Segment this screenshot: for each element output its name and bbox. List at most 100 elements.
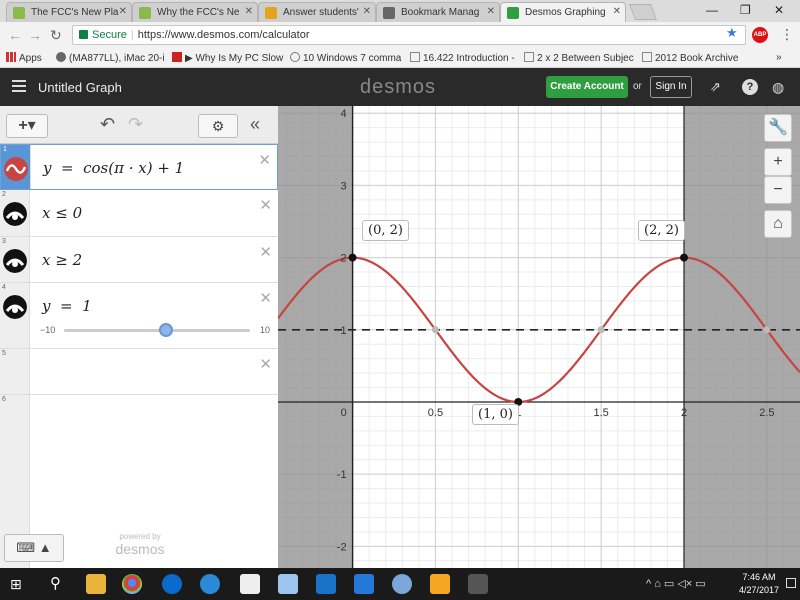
- keyboard-toggle-button[interactable]: ⌨ ▲: [4, 534, 64, 562]
- close-icon[interactable]: ✕: [245, 6, 253, 17]
- browser-tab[interactable]: Why the FCC's Ne ✕: [132, 2, 258, 22]
- collapse-panel-icon[interactable]: «: [250, 114, 260, 135]
- y-tick-label: -2: [337, 541, 347, 553]
- delete-expression-icon[interactable]: ✕: [259, 196, 272, 214]
- hidden-icon[interactable]: [3, 295, 27, 319]
- app-icon[interactable]: [278, 574, 298, 594]
- zoom-in-icon[interactable]: +: [764, 148, 792, 176]
- bookmark-star-icon[interactable]: ★: [726, 25, 738, 41]
- sign-in-button[interactable]: Sign In: [650, 76, 692, 98]
- bookmark-item[interactable]: 2012 Book Archive: [642, 52, 738, 64]
- point-label[interactable]: (1, 0): [472, 404, 519, 425]
- redo-icon[interactable]: ↷: [128, 114, 143, 135]
- malwarebytes-icon[interactable]: [354, 574, 374, 594]
- wave-icon[interactable]: [4, 157, 28, 181]
- system-tray[interactable]: ^ ⌂ ▭ ◁× ▭: [646, 577, 706, 590]
- file-explorer-icon[interactable]: [86, 574, 106, 594]
- lock-icon: [79, 30, 88, 39]
- magnifier-icon[interactable]: [392, 574, 412, 594]
- search-icon[interactable]: ⚲: [50, 574, 61, 592]
- expression-row[interactable]: 1 y = cos(π · x) + 1 ✕: [0, 144, 278, 190]
- tab-favicon-icon: [507, 7, 519, 19]
- link-icon: [290, 52, 300, 62]
- undo-icon[interactable]: ↶: [100, 114, 115, 135]
- back-icon[interactable]: ←: [8, 27, 22, 43]
- graph-settings-wrench-icon[interactable]: 🔧: [764, 114, 792, 142]
- app-icon[interactable]: [430, 574, 450, 594]
- x-tick-label: 2: [681, 407, 687, 419]
- app-icon[interactable]: [468, 574, 488, 594]
- globe-icon[interactable]: ◍: [772, 79, 784, 96]
- new-tab-button[interactable]: [629, 4, 657, 20]
- bookmark-item[interactable]: 16.422 Introduction -: [410, 52, 515, 64]
- slider-handle[interactable]: [159, 323, 174, 337]
- firefox-icon[interactable]: [162, 574, 182, 594]
- bookmark-item[interactable]: 2 x 2 Between Subjec: [524, 52, 634, 64]
- y-tick-label: 4: [340, 108, 346, 120]
- expression-row[interactable]: 3 x ≥ 2 ✕: [0, 237, 278, 283]
- point-label[interactable]: (0, 2): [362, 220, 409, 241]
- close-icon[interactable]: ✕: [363, 6, 371, 17]
- hamburger-menu-icon[interactable]: [12, 80, 26, 92]
- hidden-icon[interactable]: [3, 249, 27, 273]
- bookmarks-overflow-button[interactable]: »: [776, 52, 782, 63]
- slider-min[interactable]: −10: [40, 325, 55, 335]
- url-input[interactable]: Secure | https://www.desmos.com/calculator: [72, 25, 746, 45]
- chrome-icon[interactable]: [122, 574, 142, 594]
- delete-expression-icon[interactable]: ✕: [259, 243, 272, 261]
- windows-taskbar: ⊞ ⚲ ^ ⌂ ▭ ◁× ▭ 7:46 AM 4/27/2017: [0, 568, 800, 600]
- hidden-icon[interactable]: [3, 202, 27, 226]
- point-label[interactable]: (2, 2): [638, 220, 685, 241]
- home-icon[interactable]: ⌂: [764, 210, 792, 238]
- delete-expression-icon[interactable]: ✕: [258, 151, 271, 169]
- browser-tab-active[interactable]: Desmos Graphing ✕: [500, 2, 626, 22]
- browser-tab[interactable]: The FCC's New Pla ✕: [6, 2, 132, 22]
- graph-canvas[interactable]: 00.511.522.54321-1-2: [278, 106, 800, 568]
- tab-favicon-icon: [13, 7, 25, 19]
- settings-gear-icon[interactable]: ⚙: [198, 114, 238, 138]
- create-account-button[interactable]: Create Account: [546, 76, 628, 98]
- close-icon[interactable]: ✕: [487, 6, 495, 17]
- restore-icon[interactable]: ❐: [740, 3, 751, 17]
- zoom-out-icon[interactable]: −: [764, 176, 792, 204]
- graph-paper[interactable]: 00.511.522.54321-1-2 🔧 + − ⌂ (0, 2) (2, …: [278, 106, 800, 568]
- close-window-icon[interactable]: ✕: [774, 3, 784, 17]
- expression-input[interactable]: y = cos(π · x) + 1: [43, 159, 184, 177]
- forward-icon[interactable]: →: [28, 27, 42, 43]
- graph-title[interactable]: Untitled Graph: [38, 80, 122, 95]
- add-item-button[interactable]: +▾: [6, 114, 48, 138]
- network-icon[interactable]: [200, 574, 220, 594]
- browser-tab-strip: The FCC's New Pla ✕ Why the FCC's Ne ✕ A…: [0, 0, 800, 22]
- expression-input[interactable]: y = 1: [42, 297, 92, 315]
- minimize-icon[interactable]: —: [706, 3, 718, 17]
- help-icon[interactable]: ?: [742, 79, 758, 95]
- expression-row-empty[interactable]: 5 ✕: [0, 349, 278, 395]
- reload-icon[interactable]: ↻: [50, 27, 62, 44]
- expression-row[interactable]: 2 x ≤ 0 ✕: [0, 190, 278, 237]
- x-tick-label: 0: [341, 407, 347, 419]
- browser-menu-icon[interactable]: ⋮: [780, 26, 794, 43]
- bookmark-item[interactable]: (MA877LL), iMac 20-i: [56, 52, 165, 64]
- bookmark-apps[interactable]: Apps: [6, 52, 42, 64]
- windows-start-icon[interactable]: ⊞: [10, 576, 22, 593]
- clock[interactable]: 7:46 AM 4/27/2017: [736, 571, 782, 597]
- close-icon[interactable]: ✕: [119, 6, 127, 17]
- share-icon[interactable]: ⇗: [710, 79, 721, 95]
- close-icon[interactable]: ✕: [613, 6, 621, 17]
- notification-icon[interactable]: [786, 578, 796, 588]
- expression-input[interactable]: x ≥ 2: [42, 251, 82, 269]
- delete-expression-icon[interactable]: ✕: [259, 355, 272, 373]
- delete-expression-icon[interactable]: ✕: [259, 289, 272, 307]
- slider-max[interactable]: 10: [260, 325, 270, 335]
- expression-input[interactable]: x ≤ 0: [42, 204, 82, 222]
- browser-tab[interactable]: Bookmark Manag ✕: [376, 2, 500, 22]
- app-icon[interactable]: [316, 574, 336, 594]
- expression-row[interactable]: 4 y = 1 ✕ −10 10: [0, 283, 278, 349]
- adblock-icon[interactable]: ABP: [752, 27, 768, 43]
- browser-tab[interactable]: Answer students' ✕: [258, 2, 376, 22]
- bookmark-item[interactable]: ▶ Why Is My PC Slow: [172, 52, 283, 64]
- tab-favicon-icon: [265, 7, 277, 19]
- slider-track[interactable]: [64, 329, 250, 332]
- bookmark-item[interactable]: 10 Windows 7 comma: [290, 52, 401, 64]
- store-icon[interactable]: [240, 574, 260, 594]
